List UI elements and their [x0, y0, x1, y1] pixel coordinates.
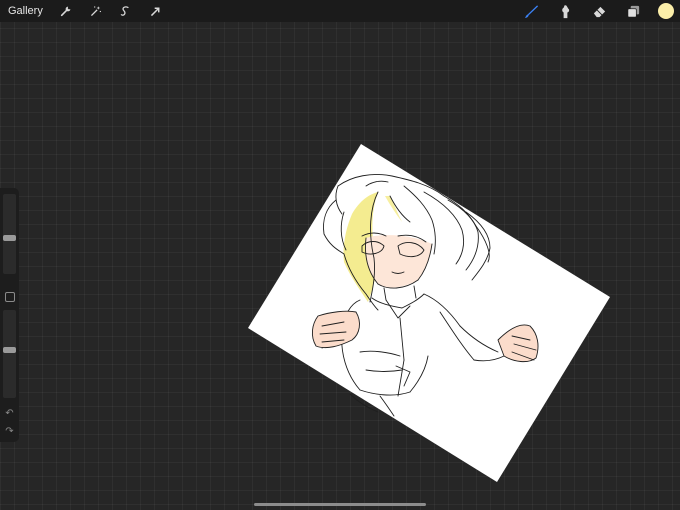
home-indicator[interactable]	[254, 503, 426, 506]
drawing-canvas[interactable]	[0, 0, 680, 510]
